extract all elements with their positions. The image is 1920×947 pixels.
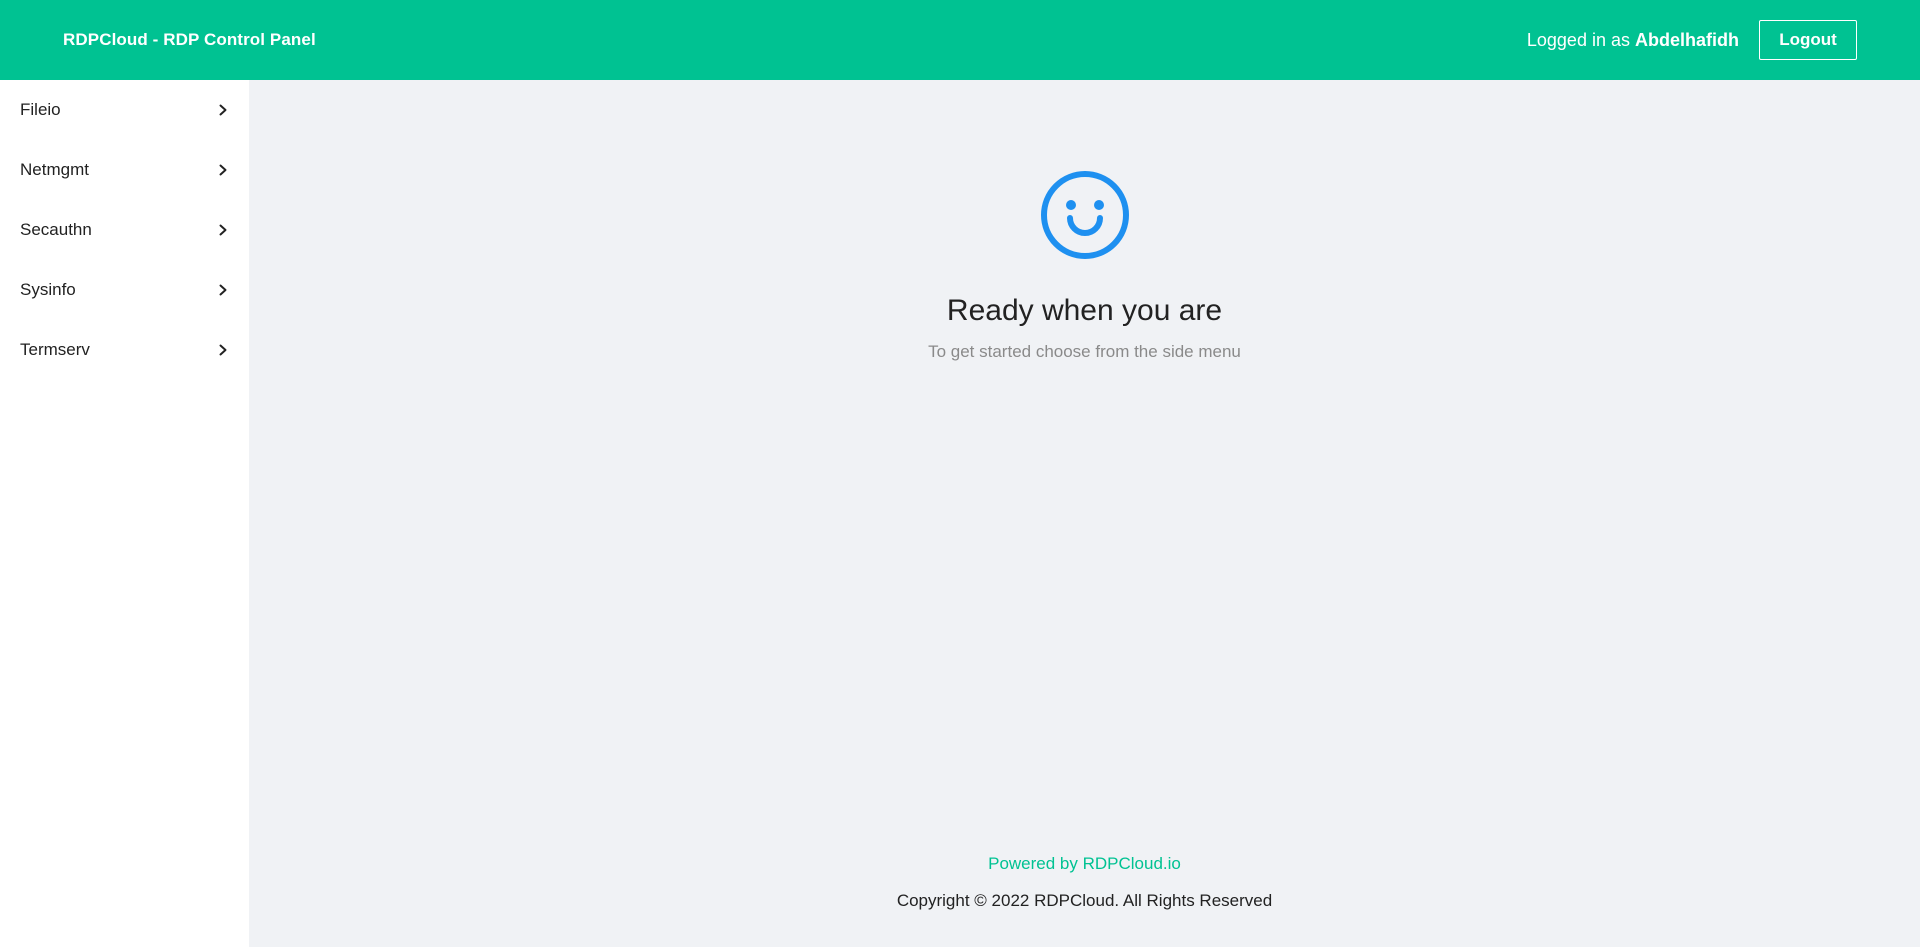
powered-by-link[interactable]: Powered by RDPCloud.io	[988, 854, 1181, 874]
sidebar-item-sysinfo[interactable]: Sysinfo	[0, 260, 249, 320]
sidebar-item-label: Fileio	[20, 100, 61, 119]
top-header: RDPCloud - RDP Control Panel Logged in a…	[0, 0, 1920, 80]
chevron-right-icon	[217, 284, 229, 296]
smile-icon	[1040, 171, 1129, 259]
sidebar-item-termserv[interactable]: Termserv	[0, 320, 249, 380]
sidebar-item-label: Secauthn	[20, 220, 92, 239]
copyright-text: Copyright © 2022 RDPCloud. All Rights Re…	[896, 891, 1273, 910]
sidebar-item-fileio[interactable]: Fileio	[0, 80, 249, 140]
main-content: Ready when you are To get started choose…	[249, 80, 1920, 947]
sidebar-item-label: Termserv	[20, 340, 90, 359]
logged-in-prefix: Logged in as	[1526, 29, 1630, 50]
header-user-area: Logged in as Abdelhafidh Logout	[1527, 20, 1857, 60]
welcome-title: Ready when you are	[946, 294, 1223, 327]
sidebar-item-label: Netmgmt	[20, 160, 89, 179]
logged-in-status: Logged in as Abdelhafidh	[1527, 30, 1739, 51]
username: Abdelhafidh	[1635, 29, 1739, 50]
chevron-right-icon	[217, 104, 229, 116]
welcome-subtitle: To get started choose from the side menu	[928, 342, 1241, 361]
sidebar-item-secauthn[interactable]: Secauthn	[0, 200, 249, 260]
chevron-right-icon	[217, 344, 229, 356]
brand-title[interactable]: RDPCloud - RDP Control Panel	[63, 30, 316, 50]
footer: Powered by RDPCloud.io Copyright © 2022 …	[249, 854, 1920, 911]
logout-button[interactable]: Logout	[1759, 20, 1857, 60]
sidebar: Fileio Netmgmt Secauthn Sysinfo Termserv	[0, 80, 249, 947]
sidebar-item-netmgmt[interactable]: Netmgmt	[0, 140, 249, 200]
welcome-panel: Ready when you are To get started choose…	[249, 170, 1920, 362]
sidebar-item-label: Sysinfo	[20, 280, 76, 299]
chevron-right-icon	[217, 164, 229, 176]
chevron-right-icon	[217, 224, 229, 236]
